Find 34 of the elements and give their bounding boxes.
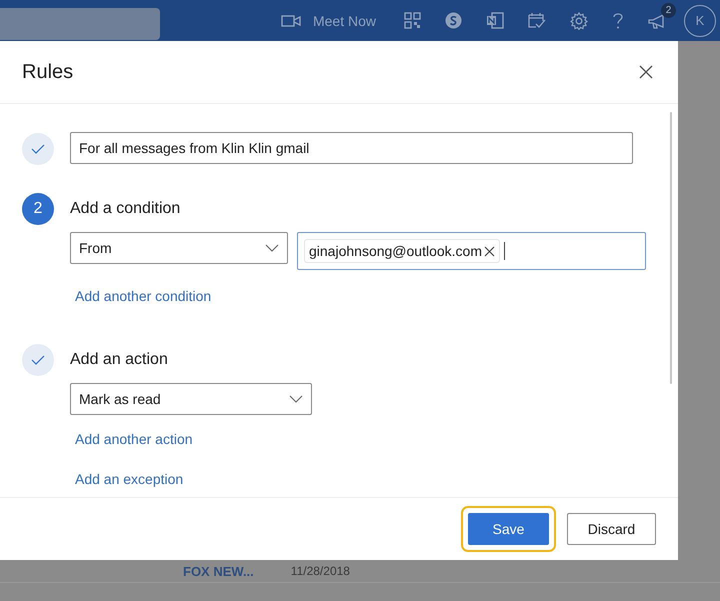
search-field[interactable]: [0, 8, 160, 40]
add-link[interactable]: Add an exception: [75, 471, 184, 487]
settings-icon[interactable]: [570, 12, 588, 30]
dropdown[interactable]: Mark as read: [70, 383, 312, 415]
close-icon[interactable]: [639, 65, 653, 79]
email-date: 11/28/2018: [290, 564, 350, 578]
add-link[interactable]: Add another condition: [75, 288, 212, 304]
step-title: Add an action: [70, 351, 168, 369]
step-number: 2: [22, 193, 54, 225]
app-logo-icon[interactable]: [445, 12, 462, 29]
check-icon: [31, 144, 45, 154]
meet-now-link[interactable]: Meet Now: [312, 12, 376, 28]
scrollbar[interactable]: [670, 112, 672, 384]
dropdown[interactable]: From: [70, 232, 288, 264]
video-icon[interactable]: [280, 14, 301, 28]
qr-code-icon[interactable]: [404, 12, 421, 29]
email-field[interactable]: ginajohnsong@outlook.com: [297, 232, 646, 270]
add-link[interactable]: Add another action: [75, 431, 193, 447]
chevron-down-icon: [289, 395, 303, 403]
discard-button[interactable]: Discard: [567, 513, 656, 545]
notebook-icon[interactable]: [486, 12, 504, 29]
email-sender: FOX NEW...: [183, 564, 254, 578]
notification-badge: 2: [661, 2, 676, 18]
help-icon[interactable]: [612, 12, 624, 30]
check-icon: [31, 355, 45, 365]
dialog-title: Rules: [22, 60, 74, 84]
calendar-check-icon[interactable]: [528, 12, 546, 29]
save-button[interactable]: Save: [468, 513, 549, 545]
email-chip[interactable]: ginajohnsong@outlook.com: [304, 239, 500, 263]
user-avatar[interactable]: K: [684, 4, 716, 36]
rule-name-field[interactable]: For all messages from Klin Klin gmail: [70, 132, 633, 164]
chevron-down-icon: [265, 244, 279, 252]
remove-icon[interactable]: [484, 246, 495, 256]
step-title: Add a condition: [70, 200, 180, 218]
